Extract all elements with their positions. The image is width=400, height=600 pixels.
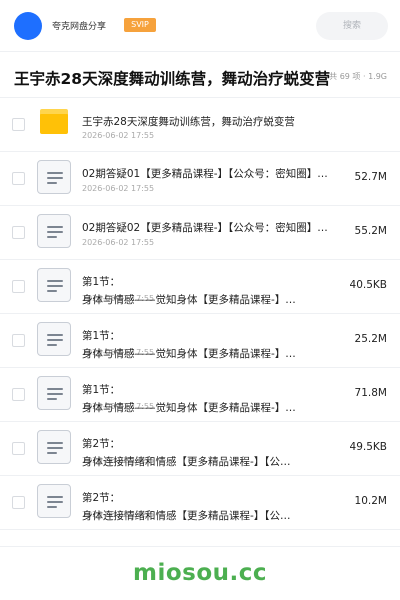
list-item[interactable]: 第2节： 2026-06-02 17:55 身体连接情绪和情感【更多精品课程-】… (0, 422, 400, 476)
file-name: 第1节： (82, 276, 121, 288)
select-checkbox[interactable] (12, 334, 25, 347)
file-name: 第1节： (82, 330, 121, 342)
file-date: 2026-06-02 17:55 (82, 184, 155, 193)
brand-name: 夸克网盘分享 (52, 22, 107, 32)
document-icon (37, 214, 71, 248)
search-input[interactable]: 搜索 (316, 12, 388, 40)
select-checkbox[interactable] (12, 172, 25, 185)
file-name-line2: 身体与情感——觉知身体【更多精品课程-】… (82, 348, 296, 360)
file-name: 第1节： (82, 384, 121, 396)
select-checkbox[interactable] (12, 280, 25, 293)
file-name-line2: 身体连接情绪和情感【更多精品课程-】【公… (82, 510, 291, 522)
list-item[interactable]: 第1节： 2026-06-02 17:55 身体与情感——觉知身体【更多精品课程… (0, 260, 400, 314)
file-list: 王宇赤28天深度舞动训练营，舞动治疗蜕变营 2026-06-02 17:55 0… (0, 98, 400, 530)
document-icon (37, 160, 71, 194)
file-name-line2: 身体与情感——觉知身体【更多精品课程-】… (82, 402, 296, 414)
file-size: 40.5KB (349, 279, 387, 291)
file-name: 王宇赤28天深度舞动训练营，舞动治疗蜕变营 (82, 116, 295, 128)
file-size: 49.5KB (349, 441, 387, 453)
file-size: 55.2M (354, 225, 387, 237)
avatar[interactable] (14, 12, 42, 40)
site-watermark: miosou.cc (132, 560, 268, 586)
svip-badge: SVIP (124, 18, 156, 32)
file-size: 52.7M (354, 171, 387, 183)
select-checkbox[interactable] (12, 388, 25, 401)
folder-icon (40, 109, 68, 134)
file-name: 02期答疑02【更多精品课程-】【公众号：密知圈】… (82, 222, 328, 234)
select-checkbox[interactable] (12, 442, 25, 455)
select-checkbox[interactable] (12, 118, 25, 131)
file-date: 2026-06-02 17:55 (82, 238, 155, 247)
list-item[interactable]: 第1节： 2026-06-02 17:55 身体与情感——觉知身体【更多精品课程… (0, 314, 400, 368)
list-item[interactable]: 02期答疑02【更多精品课程-】【公众号：密知圈】… 2026-06-02 17… (0, 206, 400, 260)
share-summary: 共 69 项 · 1.9G (329, 72, 387, 81)
document-icon (37, 268, 71, 302)
footer-divider (0, 546, 400, 547)
file-name: 第2节： (82, 438, 121, 450)
file-size: 10.2M (354, 495, 387, 507)
document-icon (37, 484, 71, 518)
list-item[interactable]: 王宇赤28天深度舞动训练营，舞动治疗蜕变营 2026-06-02 17:55 (0, 98, 400, 152)
file-name-line2: 身体连接情绪和情感【更多精品课程-】【公… (82, 456, 291, 468)
document-icon (37, 322, 71, 356)
file-name: 02期答疑01【更多精品课程-】【公众号：密知圈】… (82, 168, 328, 180)
document-icon (37, 430, 71, 464)
file-name-line2: 身体与情感——觉知身体【更多精品课程-】… (82, 294, 296, 306)
document-icon (37, 376, 71, 410)
app-header: 夸克网盘分享 SVIP 搜索 (0, 0, 400, 52)
file-date: 2026-06-02 17:55 (82, 131, 155, 140)
page-title: 王宇赤28天深度舞动训练营，舞动治疗蜕变营 (14, 70, 331, 88)
file-name: 第2节： (82, 492, 121, 504)
list-item[interactable]: 第1节： 2026-06-02 17:55 身体与情感——觉知身体【更多精品课程… (0, 368, 400, 422)
file-size: 71.8M (354, 387, 387, 399)
list-item[interactable]: 第2节： 2026-06-02 17:55 身体连接情绪和情感【更多精品课程-】… (0, 476, 400, 530)
select-checkbox[interactable] (12, 226, 25, 239)
select-checkbox[interactable] (12, 496, 25, 509)
list-item[interactable]: 02期答疑01【更多精品课程-】【公众号：密知圈】… 2026-06-02 17… (0, 152, 400, 206)
file-size: 25.2M (354, 333, 387, 345)
share-title-bar: 王宇赤28天深度舞动训练营，舞动治疗蜕变营 共 69 项 · 1.9G (0, 52, 400, 98)
